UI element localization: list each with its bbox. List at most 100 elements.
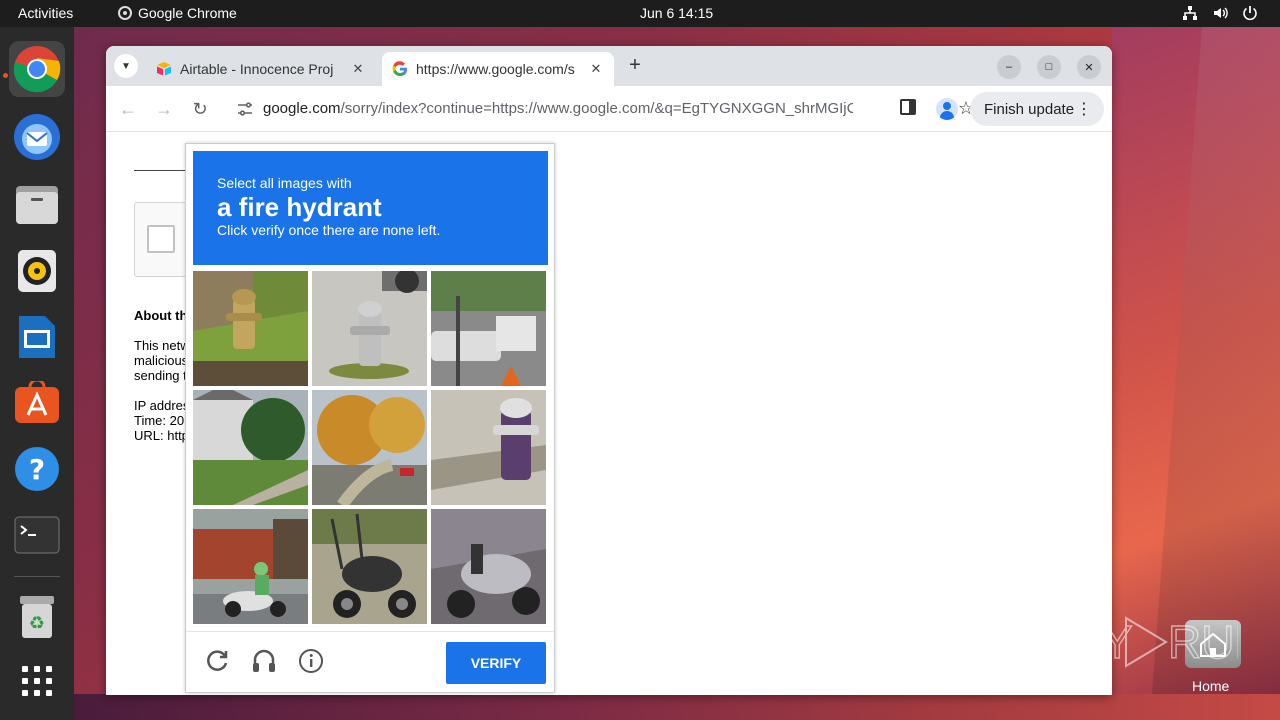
dock-rhythmbox[interactable] xyxy=(9,243,65,299)
close-icon[interactable]: ✕ xyxy=(588,61,604,77)
image-tile-9[interactable] xyxy=(431,509,546,624)
instruction-subtext: Click verify once there are none left. xyxy=(217,222,441,238)
anyrun-watermark-logo: ANY RUN xyxy=(1038,615,1238,668)
rhythmbox-icon xyxy=(18,250,56,292)
thunderbird-icon xyxy=(14,114,60,160)
image-tile-4[interactable] xyxy=(193,390,308,505)
minimize-button[interactable]: – xyxy=(997,55,1021,79)
files-icon xyxy=(16,186,58,224)
dock-impress[interactable] xyxy=(9,309,65,365)
challenge-target: a fire hydrant xyxy=(217,192,382,222)
image-tile-2[interactable] xyxy=(312,271,427,386)
back-button[interactable]: ← xyxy=(117,98,139,120)
dock-chrome[interactable] xyxy=(9,41,65,97)
top-bar: Activities Google Chrome Jun 6 14:15 xyxy=(0,0,1280,27)
app-center-icon xyxy=(15,381,59,423)
arrow-right-icon: → xyxy=(155,99,173,119)
maximize-button[interactable]: □ xyxy=(1037,55,1061,79)
verify-button[interactable]: VERIFY xyxy=(446,642,546,684)
clock[interactable]: Jun 6 14:15 xyxy=(640,5,713,21)
side-panel-icon[interactable] xyxy=(900,99,916,115)
svg-text:♻: ♻ xyxy=(29,613,45,634)
tab-airtable[interactable]: Airtable - Innocence Proj ✕ xyxy=(146,52,376,86)
url-line: URL: http xyxy=(134,428,189,443)
instruction-text: Select all images with xyxy=(217,175,352,191)
audio-challenge-icon[interactable] xyxy=(251,648,277,674)
tab-title: https://www.google.com/s xyxy=(416,61,575,77)
image-tile-3[interactable] xyxy=(431,271,546,386)
plus-icon: + xyxy=(629,54,641,76)
close-icon: ✕ xyxy=(1084,61,1094,74)
address-bar[interactable]: google.com/sorry/index?continue=https://… xyxy=(224,92,986,126)
minimize-icon: – xyxy=(1005,61,1013,73)
activities-button[interactable]: Activities xyxy=(18,5,73,21)
reload-icon: ↻ xyxy=(192,99,208,119)
wallpaper-shape xyxy=(74,694,1280,720)
system-tray[interactable] xyxy=(1182,5,1258,21)
app-name: Google Chrome xyxy=(138,5,237,21)
dock-help[interactable]: ? xyxy=(9,441,65,497)
arrow-left-icon: ← xyxy=(119,99,137,119)
chrome-icon xyxy=(13,46,61,93)
image-grid xyxy=(193,271,548,626)
chevron-down-icon: ▼ xyxy=(121,60,131,72)
dock-files[interactable] xyxy=(9,177,65,233)
ip-address-line: IP addres xyxy=(134,398,190,413)
svg-text:RUN: RUN xyxy=(1168,616,1238,668)
info-icon[interactable] xyxy=(298,648,324,674)
tab-google[interactable]: https://www.google.com/s ✕ xyxy=(382,52,614,86)
dock: ? ♻ xyxy=(0,27,74,720)
svg-text:?: ? xyxy=(29,453,45,486)
grid-icon xyxy=(22,666,52,696)
recaptcha-checkbox[interactable] xyxy=(147,225,175,253)
paragraph-line: sending t xyxy=(134,368,187,383)
forward-button[interactable]: → xyxy=(153,98,175,120)
more-vert-icon: ⋮ xyxy=(1076,101,1092,118)
challenge-header: Select all images with a fire hydrant Cl… xyxy=(193,151,548,265)
reload-button[interactable]: ↻ xyxy=(189,98,211,120)
power-icon xyxy=(1243,6,1257,21)
image-tile-8[interactable] xyxy=(312,509,427,624)
time-line: Time: 20 xyxy=(134,413,185,428)
home-label: Home xyxy=(1192,678,1230,694)
dock-separator xyxy=(14,576,60,577)
image-tile-1[interactable] xyxy=(193,271,308,386)
url-domain: google.com xyxy=(263,100,341,117)
tab-search-button[interactable]: ▼ xyxy=(114,54,138,78)
maximize-icon: □ xyxy=(1045,61,1053,73)
finish-update-button[interactable]: Finish update ⋮ xyxy=(970,92,1104,126)
profile-avatar-icon[interactable] xyxy=(936,98,958,120)
finish-update-label: Finish update xyxy=(984,100,1075,118)
show-apps-button[interactable] xyxy=(9,653,65,709)
airtable-favicon-icon xyxy=(157,62,171,76)
close-icon[interactable]: ✕ xyxy=(350,61,366,77)
about-heading: About th xyxy=(134,308,188,323)
impress-icon xyxy=(19,316,55,358)
recaptcha-challenge: Select all images with a fire hydrant Cl… xyxy=(185,143,555,693)
help-icon: ? xyxy=(15,447,59,491)
terminal-icon xyxy=(14,516,60,554)
network-icon xyxy=(1183,6,1197,20)
image-tile-7[interactable] xyxy=(193,509,308,624)
dock-thunderbird[interactable] xyxy=(9,109,65,165)
tab-title: Airtable - Innocence Proj xyxy=(180,61,334,77)
reload-challenge-icon[interactable] xyxy=(204,648,230,674)
image-tile-6[interactable] xyxy=(431,390,546,505)
image-tile-5[interactable] xyxy=(312,390,427,505)
dock-app-center[interactable] xyxy=(9,375,65,431)
new-tab-button[interactable]: + xyxy=(624,55,646,75)
site-settings-icon xyxy=(238,102,252,116)
running-indicator xyxy=(3,73,8,78)
google-favicon-icon xyxy=(392,61,407,77)
dock-trash[interactable]: ♻ xyxy=(9,589,65,645)
trash-icon: ♻ xyxy=(20,596,54,638)
dock-terminal[interactable] xyxy=(9,507,65,563)
tab-strip: ▼ Airtable - Innocence Proj ✕ https://ww… xyxy=(106,46,1112,86)
url-text: google.com/sorry/index?continue=https://… xyxy=(263,100,853,117)
url-path: /sorry/index?continue=https://www.google… xyxy=(340,100,853,117)
chrome-icon xyxy=(118,6,132,20)
paragraph-line: malicious xyxy=(134,353,189,368)
app-menu[interactable]: Google Chrome xyxy=(118,5,237,21)
browser-toolbar: ← → ↻ google.com/sorry/index?continue=ht… xyxy=(106,86,1112,132)
window-close-button[interactable]: ✕ xyxy=(1077,55,1101,79)
